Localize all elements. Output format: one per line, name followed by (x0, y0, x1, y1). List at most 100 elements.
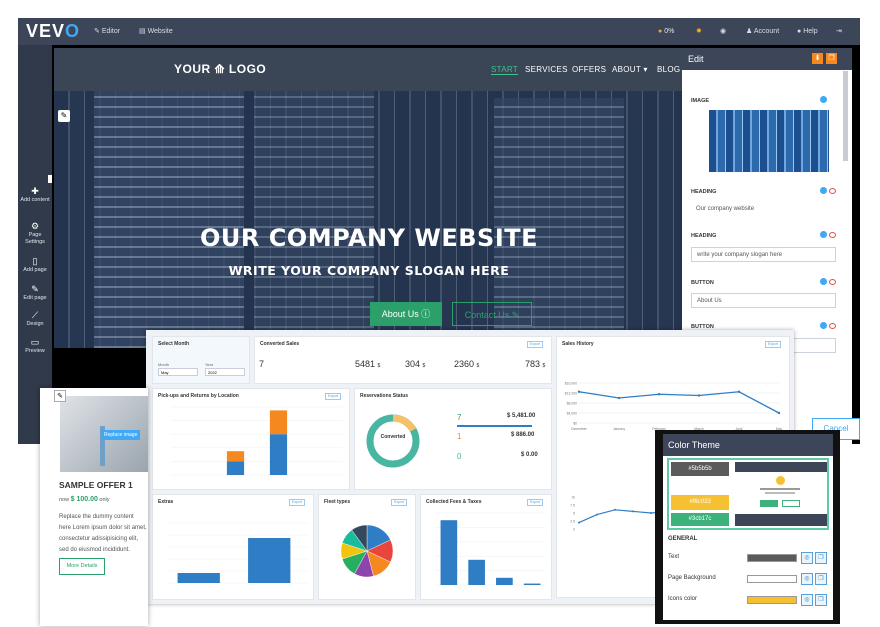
stacked-bars (226, 410, 288, 475)
res-count: 7 (457, 413, 462, 422)
help-button[interactable]: ● Help (797, 18, 818, 45)
site-logo[interactable]: YOUR ⟰ LOGO (174, 62, 266, 76)
theme-swatch-dark[interactable]: #5b5b5b (671, 462, 729, 476)
color-theme-panel: Color Theme #5b5b5b #f6c033 #3cb17c GENE… (655, 430, 840, 624)
donut-label: Converted (380, 434, 406, 440)
heading-input[interactable]: Our company website (691, 202, 836, 217)
logout-icon[interactable]: ⇥ (836, 18, 842, 45)
chart-gridlines (171, 406, 343, 476)
export-button[interactable]: Export (325, 393, 342, 400)
page-bg-label: Page Background (668, 575, 716, 581)
export-button[interactable]: Export (765, 341, 782, 348)
sidebar-handle[interactable] (48, 175, 52, 183)
nav-start[interactable]: START (491, 65, 518, 75)
sidebar-item-label: Add page (23, 267, 47, 273)
website-tab[interactable]: ▤ Website (139, 18, 173, 45)
nav-offers[interactable]: OFFERS (572, 65, 606, 74)
nav-about[interactable]: ABOUT ▾ (612, 65, 648, 74)
monitor-icon: ▭ (30, 337, 40, 347)
image-thumbnail[interactable] (709, 110, 829, 172)
nav-blog[interactable]: BLOG (657, 65, 680, 74)
y-tick-label: 7.5 (570, 504, 575, 508)
export-button[interactable]: Export (527, 341, 544, 348)
theme-swatch-green[interactable]: #3cb17c (671, 513, 729, 526)
add-icon[interactable] (820, 278, 827, 285)
add-icon[interactable] (820, 322, 827, 329)
add-icon[interactable] (820, 231, 827, 238)
editor-tab-label: Editor (101, 28, 121, 35)
logo-text: VEV (26, 21, 66, 41)
more-details-button[interactable]: More Details (59, 558, 105, 575)
sidebar-item-page-settings[interactable]: ⚙ Page Settings (18, 220, 52, 246)
visibility-icon[interactable] (828, 232, 836, 238)
add-icon[interactable] (820, 96, 827, 105)
stat-number: 783 (525, 359, 541, 369)
bar (269, 410, 288, 435)
sidebar-item-add-page[interactable]: ▯ Add page (18, 255, 52, 274)
button1-input[interactable]: About Us (691, 293, 836, 308)
stat-number: 304 (405, 359, 421, 369)
sidebar-item-edit-page[interactable]: ✎ Edit page (18, 283, 52, 302)
theme-swatch-yellow[interactable]: #f6c033 (671, 495, 729, 510)
picker-icon[interactable]: ◎ (801, 573, 813, 585)
text-color-swatch[interactable] (747, 554, 797, 562)
sidebar-item-preview[interactable]: ▭ Preview (18, 336, 52, 355)
page-bg-swatch[interactable] (747, 575, 797, 583)
month-select[interactable]: May (158, 368, 198, 376)
plus-icon: ✚ (31, 186, 39, 196)
edit-pencil-icon[interactable]: ✎ (58, 110, 70, 122)
scrollbar[interactable] (843, 71, 848, 161)
nav-services[interactable]: SERVICES (525, 65, 568, 74)
bar (226, 461, 245, 475)
icons-color-swatch[interactable] (747, 596, 797, 604)
export-button[interactable]: Export (391, 499, 408, 506)
chart-gridlines (579, 382, 779, 424)
hero-title: OUR COMPANY WEBSITE (199, 224, 539, 252)
slogan-input[interactable]: write your company slogan here (691, 247, 836, 262)
copy-icon[interactable]: ❐ (815, 552, 827, 564)
select-month-card: Select Month Month May Year 2022 (152, 336, 250, 384)
file-icon: ▯ (32, 256, 38, 266)
picker-icon[interactable]: ◎ (801, 594, 813, 606)
offer-card: ✎ Replace image SAMPLE OFFER 1 now $ 100… (40, 388, 148, 626)
copy-icon[interactable]: ❐ (815, 573, 827, 585)
stat-value: 304 $ (405, 359, 425, 369)
progress-indicator[interactable]: ● 0% (658, 18, 674, 45)
stat-value: 2360 $ (454, 359, 479, 369)
stat-unit: $ (377, 363, 381, 369)
about-us-button[interactable]: About Us ⓘ (370, 302, 442, 326)
download-icon[interactable]: ⬇ (812, 53, 823, 64)
add-icon[interactable] (820, 187, 827, 194)
count-point (650, 512, 652, 514)
res-count: 1 (457, 432, 462, 441)
picker-icon[interactable]: ◎ (801, 552, 813, 564)
sales-point (697, 394, 701, 397)
visibility-icon[interactable] (828, 188, 836, 194)
contact-us-button[interactable]: Contact Us ✎ (452, 302, 532, 326)
replace-image-button[interactable]: Replace image (101, 430, 141, 440)
x-tick-label: December (571, 427, 588, 431)
sidebar-item-design[interactable]: ⟋ Design (18, 309, 52, 328)
copy-icon[interactable]: ❐ (826, 53, 837, 64)
about-us-label: About Us (381, 309, 419, 319)
sun-icon[interactable]: ✹ (696, 18, 702, 45)
edit-pencil-icon[interactable]: ✎ (54, 390, 66, 402)
color-theme-title: Color Theme (663, 434, 833, 456)
eye-icon[interactable]: ◉ (720, 18, 726, 45)
site-navbar: YOUR ⟰ LOGO START SERVICES OFFERS ABOUT … (54, 48, 684, 91)
sidebar-item-add-content[interactable]: ✚ Add content (18, 185, 52, 204)
copy-icon[interactable]: ❐ (815, 594, 827, 606)
field-actions[interactable] (820, 231, 836, 240)
visibility-icon[interactable] (828, 279, 836, 285)
year-select[interactable]: 2022 (205, 368, 245, 376)
visibility-icon[interactable] (828, 323, 836, 329)
export-button[interactable]: Export (289, 499, 306, 506)
field-actions[interactable] (820, 322, 836, 331)
field-actions[interactable] (820, 187, 836, 196)
extras-chart (167, 522, 308, 584)
editor-tab[interactable]: ✎ Editor (94, 18, 120, 45)
field-actions[interactable] (820, 278, 836, 287)
export-button[interactable]: Export (527, 499, 544, 506)
brush-icon: ⟋ (31, 310, 39, 320)
account-button[interactable]: ♟ Account (746, 18, 779, 45)
